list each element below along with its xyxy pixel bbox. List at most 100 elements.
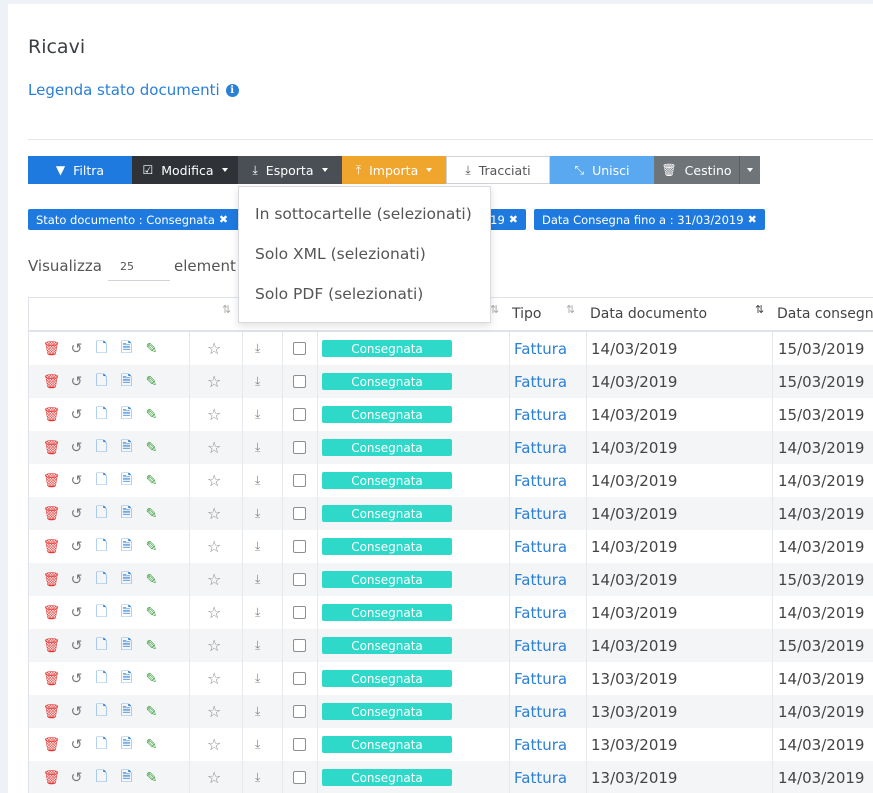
row-checkbox[interactable] <box>293 695 306 728</box>
unisci-button[interactable]: ⤡ Unisci <box>550 156 654 184</box>
undo-icon[interactable]: ↺ <box>64 572 89 588</box>
download-icon[interactable]: ⤓ <box>255 563 260 596</box>
paperclip-icon[interactable]: ✎ <box>139 770 164 786</box>
pdf-icon[interactable]: 🗎 <box>114 667 139 691</box>
tipo-link[interactable]: Fattura <box>514 563 567 596</box>
checkbox-box[interactable] <box>293 375 306 388</box>
page-size-input[interactable] <box>108 253 170 281</box>
download-icon[interactable]: ⤓ <box>255 662 260 695</box>
star-icon[interactable]: ☆ <box>207 398 221 431</box>
tipo-link[interactable]: Fattura <box>514 629 567 662</box>
star-icon[interactable]: ☆ <box>207 596 221 629</box>
sort-icon[interactable]: ⇅ <box>566 303 575 316</box>
tracciati-button[interactable]: ⤓ Tracciati <box>446 156 550 184</box>
row-checkbox[interactable] <box>293 365 306 398</box>
star-icon[interactable]: ☆ <box>207 563 221 596</box>
row-checkbox[interactable] <box>293 530 306 563</box>
filtra-button[interactable]: ▼ Filtra <box>28 156 132 184</box>
checkbox-box[interactable] <box>293 408 306 421</box>
checkbox-box[interactable] <box>293 672 306 685</box>
pdf-icon[interactable]: 🗎 <box>114 733 139 757</box>
checkbox-box[interactable] <box>293 639 306 652</box>
tipo-link[interactable]: Fattura <box>514 497 567 530</box>
file-icon[interactable]: 🗋 <box>89 634 114 658</box>
sort-icon[interactable]: ⇅ <box>490 303 499 316</box>
pdf-icon[interactable]: 🗎 <box>114 601 139 625</box>
tipo-link[interactable]: Fattura <box>514 662 567 695</box>
paperclip-icon[interactable]: ✎ <box>139 704 164 720</box>
paperclip-icon[interactable]: ✎ <box>139 671 164 687</box>
row-checkbox[interactable] <box>293 332 306 365</box>
trash-icon[interactable]: 🗑 <box>39 770 64 786</box>
download-icon[interactable]: ⤓ <box>255 629 260 662</box>
tipo-link[interactable]: Fattura <box>514 365 567 398</box>
star-icon[interactable]: ☆ <box>207 365 221 398</box>
file-icon[interactable]: 🗋 <box>89 370 114 394</box>
star-icon[interactable]: ☆ <box>207 695 221 728</box>
close-icon[interactable]: ✖ <box>748 213 757 226</box>
file-icon[interactable]: 🗋 <box>89 733 114 757</box>
pdf-icon[interactable]: 🗎 <box>114 436 139 460</box>
undo-icon[interactable]: ↺ <box>64 671 89 687</box>
undo-icon[interactable]: ↺ <box>64 473 89 489</box>
file-icon[interactable]: 🗋 <box>89 667 114 691</box>
download-icon[interactable]: ⤓ <box>255 431 260 464</box>
paperclip-icon[interactable]: ✎ <box>139 539 164 555</box>
checkbox-box[interactable] <box>293 441 306 454</box>
undo-icon[interactable]: ↺ <box>64 737 89 753</box>
tipo-link[interactable]: Fattura <box>514 464 567 497</box>
tipo-link[interactable]: Fattura <box>514 530 567 563</box>
row-checkbox[interactable] <box>293 761 306 793</box>
checkbox-box[interactable] <box>293 738 306 751</box>
undo-icon[interactable]: ↺ <box>64 770 89 786</box>
checkbox-box[interactable] <box>293 474 306 487</box>
trash-icon[interactable]: 🗑 <box>39 671 64 687</box>
pdf-icon[interactable]: 🗎 <box>114 535 139 559</box>
filter-chip-stato[interactable]: Stato documento : Consegnata ✖ <box>28 209 241 230</box>
file-icon[interactable]: 🗋 <box>89 700 114 724</box>
column-header-tipo[interactable]: Tipo <box>512 306 541 322</box>
info-icon[interactable]: i <box>225 83 239 97</box>
undo-icon[interactable]: ↺ <box>64 440 89 456</box>
row-checkbox[interactable] <box>293 662 306 695</box>
star-icon[interactable]: ☆ <box>207 761 221 793</box>
pdf-icon[interactable]: 🗎 <box>114 502 139 526</box>
file-icon[interactable]: 🗋 <box>89 535 114 559</box>
row-checkbox[interactable] <box>293 398 306 431</box>
star-icon[interactable]: ☆ <box>207 530 221 563</box>
paperclip-icon[interactable]: ✎ <box>139 572 164 588</box>
sort-icon[interactable]: ⇅ <box>222 303 231 316</box>
checkbox-box[interactable] <box>293 705 306 718</box>
file-icon[interactable]: 🗋 <box>89 403 114 427</box>
undo-icon[interactable]: ↺ <box>64 539 89 555</box>
download-icon[interactable]: ⤓ <box>255 332 260 365</box>
tipo-link[interactable]: Fattura <box>514 728 567 761</box>
file-icon[interactable]: 🗋 <box>89 766 114 790</box>
download-icon[interactable]: ⤓ <box>255 596 260 629</box>
undo-icon[interactable]: ↺ <box>64 341 89 357</box>
undo-icon[interactable]: ↺ <box>64 374 89 390</box>
trash-icon[interactable]: 🗑 <box>39 572 64 588</box>
modifica-button[interactable]: ☑ Modifica <box>132 156 238 184</box>
trash-icon[interactable]: 🗑 <box>39 506 64 522</box>
undo-icon[interactable]: ↺ <box>64 704 89 720</box>
row-checkbox[interactable] <box>293 563 306 596</box>
download-icon[interactable]: ⤓ <box>255 728 260 761</box>
sort-icon[interactable]: ⇅ <box>755 303 764 316</box>
tipo-link[interactable]: Fattura <box>514 596 567 629</box>
star-icon[interactable]: ☆ <box>207 332 221 365</box>
download-icon[interactable]: ⤓ <box>255 497 260 530</box>
menu-item-solo-xml[interactable]: Solo XML (selezionati) <box>239 241 490 281</box>
paperclip-icon[interactable]: ✎ <box>139 638 164 654</box>
column-header-data-consegna[interactable]: Data consegn <box>777 306 873 322</box>
tipo-link[interactable]: Fattura <box>514 431 567 464</box>
menu-item-solo-pdf[interactable]: Solo PDF (selezionati) <box>239 281 490 321</box>
star-icon[interactable]: ☆ <box>207 728 221 761</box>
pdf-icon[interactable]: 🗎 <box>114 634 139 658</box>
cestino-button[interactable]: 🗑 Cestino <box>654 156 739 184</box>
paperclip-icon[interactable]: ✎ <box>139 737 164 753</box>
checkbox-box[interactable] <box>293 606 306 619</box>
file-icon[interactable]: 🗋 <box>89 502 114 526</box>
file-icon[interactable]: 🗋 <box>89 601 114 625</box>
paperclip-icon[interactable]: ✎ <box>139 440 164 456</box>
